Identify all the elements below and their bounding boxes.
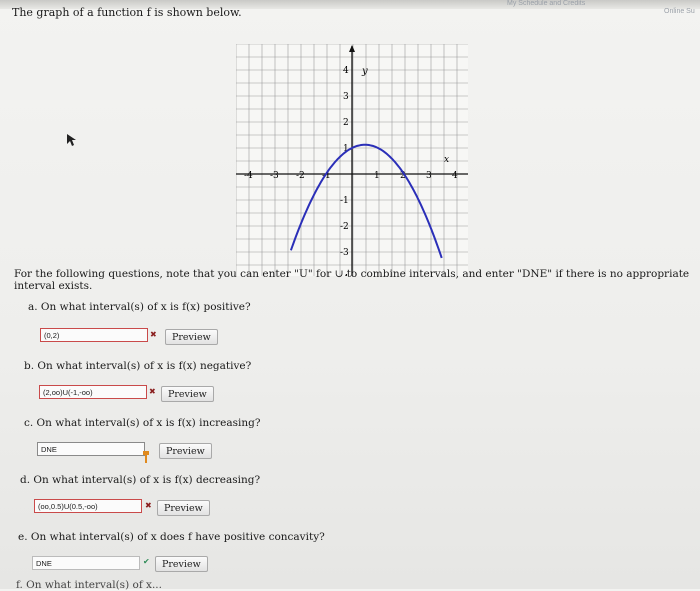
- question-f-label-partial: f. On what interval(s) of x...: [16, 579, 162, 591]
- question-e-label: e. On what interval(s) of x does f have …: [18, 531, 325, 543]
- question-a-answer-field[interactable]: (0,2): [40, 328, 148, 342]
- y-tick-label: 3: [343, 92, 349, 102]
- x-axis-label: x: [444, 155, 449, 165]
- schedule-link[interactable]: My Schedule and Credits: [507, 0, 585, 7]
- y-axis-label: y: [361, 66, 368, 77]
- y-tick-label: 2: [343, 118, 349, 128]
- text-cursor-icon: [143, 451, 149, 463]
- question-e-preview-button[interactable]: Preview: [155, 556, 208, 572]
- question-b-answer-field[interactable]: (2,oo)U(-1,-oo): [39, 385, 147, 399]
- question-c-preview-button[interactable]: Preview: [159, 443, 212, 459]
- question-a-preview-button[interactable]: Preview: [165, 329, 218, 345]
- question-d-preview-button[interactable]: Preview: [157, 500, 210, 516]
- question-e-answer-field[interactable]: DNE: [32, 556, 140, 570]
- function-graph: -4-3-2-112344321-1-2-3-4xy: [235, 43, 468, 284]
- y-tick-label: -3: [340, 248, 349, 258]
- problem-intro: The graph of a function f is shown below…: [12, 6, 242, 19]
- question-c-answer-field[interactable]: DNE: [37, 442, 145, 456]
- question-d-wrong-icon: ✖: [145, 501, 152, 510]
- x-tick-label: -2: [296, 171, 305, 181]
- question-e-correct-icon: ✔: [143, 557, 150, 566]
- question-b-preview-button[interactable]: Preview: [161, 386, 214, 402]
- y-tick-label: 4: [343, 66, 349, 76]
- x-tick-label: 3: [426, 171, 432, 181]
- question-c-label: c. On what interval(s) of x is f(x) incr…: [24, 417, 261, 429]
- x-tick-label: -3: [270, 171, 279, 181]
- online-support-link[interactable]: Online Su: [664, 8, 695, 15]
- x-tick-label: 1: [374, 171, 380, 181]
- x-tick-label: -4: [244, 171, 253, 181]
- instructions-text: For the following questions, note that y…: [14, 268, 690, 292]
- y-tick-label: -1: [340, 196, 349, 206]
- question-b-wrong-icon: ✖: [149, 387, 156, 396]
- question-d-label: d. On what interval(s) of x is f(x) decr…: [20, 474, 261, 486]
- question-d-answer-field[interactable]: (oo,0.5)U(0.5,-oo): [34, 499, 142, 513]
- question-b-label: b. On what interval(s) of x is f(x) nega…: [24, 360, 252, 372]
- y-tick-label: -2: [340, 222, 349, 232]
- x-tick-label: 4: [452, 171, 458, 181]
- question-a-label: a. On what interval(s) of x is f(x) posi…: [28, 301, 251, 313]
- question-a-wrong-icon: ✖: [150, 330, 157, 339]
- graph-svg: -4-3-2-112344321-1-2-3-4xy: [235, 43, 468, 284]
- mouse-pointer-icon: [67, 134, 76, 146]
